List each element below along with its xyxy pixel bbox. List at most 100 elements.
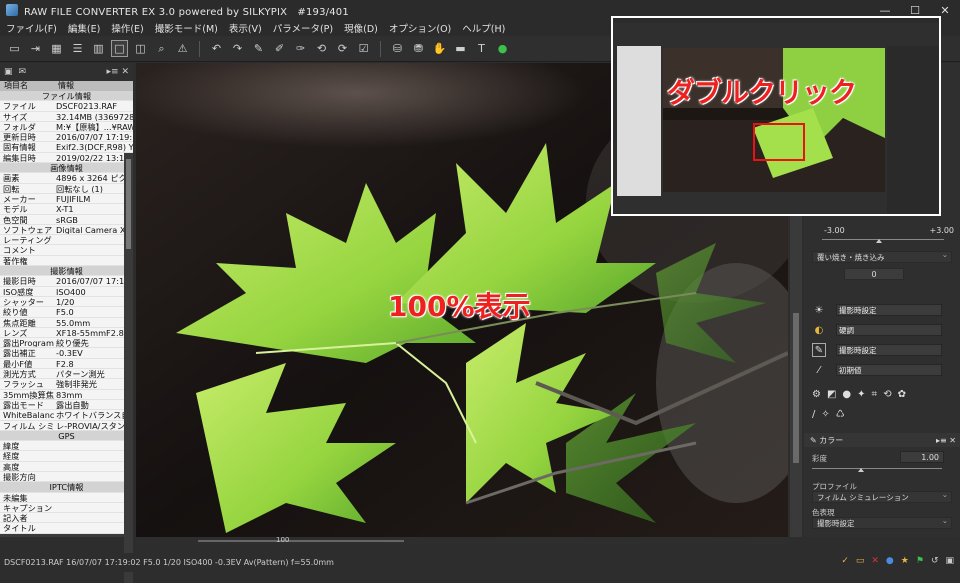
status-info-icon[interactable]: ● (886, 556, 894, 566)
viewer-hscroll-thumb[interactable] (198, 540, 404, 542)
list-view-icon[interactable]: ☰ (69, 40, 86, 57)
info-row[interactable]: 露出補正 -0.3EV (0, 348, 133, 359)
saturation-slider-handle[interactable] (858, 465, 864, 472)
info-row[interactable]: 画素 4896 x 3264 ピクセ (0, 173, 133, 184)
dodge-burn-value[interactable]: 0 (844, 268, 904, 280)
menu-develop[interactable]: 現像(D) (344, 21, 378, 35)
profile-dropdown[interactable]: フィルム シミュレーション (812, 489, 952, 503)
rotate-right-icon[interactable]: ⟳ (334, 40, 351, 57)
brush-icon[interactable]: / (812, 409, 815, 420)
info-row[interactable]: シャッター 1/20 (0, 297, 133, 308)
info-section-header[interactable]: 画像情報 (0, 163, 133, 174)
saturation-value[interactable]: 1.00 (900, 451, 944, 463)
status-folder-icon[interactable]: ▭ (856, 556, 865, 566)
grid-view-icon[interactable]: ▦ (48, 40, 65, 57)
dust-icon[interactable]: ✦ (857, 389, 865, 400)
info-row[interactable]: 測光方式 パターン測光 (0, 369, 133, 380)
info-row[interactable]: 絞り値 F5.0 (0, 307, 133, 318)
lens-icon[interactable]: ⚙ (812, 389, 821, 400)
warning-icon[interactable]: ⚠ (174, 40, 191, 57)
crop-icon[interactable]: ⌗ (872, 389, 878, 400)
menu-shooting-mode[interactable]: 撮影モード(M) (155, 21, 218, 35)
info-row[interactable]: メーカー FUJIFILM (0, 194, 133, 205)
info-row[interactable]: ISO感度 ISO400 (0, 287, 133, 297)
menu-file[interactable]: ファイル(F) (6, 21, 57, 35)
info-row[interactable]: 固有情報 Exif2.3(DCF,R98) Y (0, 142, 133, 153)
saturation-slider[interactable] (812, 465, 942, 472)
status-flag-icon[interactable]: ⚑ (916, 556, 924, 566)
info-scrollbar[interactable] (124, 153, 133, 583)
info-section-header[interactable]: ファイル情報 (0, 91, 133, 102)
status-delete-icon[interactable]: ✕ (871, 556, 879, 566)
split-view-icon[interactable]: ▥ (90, 40, 107, 57)
info-row[interactable]: 緯度 (0, 441, 133, 452)
info-row[interactable]: 回転 回転なし (1) (0, 184, 133, 194)
dropper-minus-icon[interactable]: ✑ (292, 40, 309, 57)
dropper-icon[interactable]: ✎ (250, 40, 267, 57)
info-section-header[interactable]: 撮影情報 (0, 266, 133, 277)
status-check-icon[interactable]: ✓ (841, 556, 849, 566)
noise-reduction-icon[interactable]: ⁄ (812, 363, 826, 377)
info-row[interactable]: 露出モード 露出自動 (0, 400, 133, 411)
gradient-icon[interactable]: ◩ (827, 389, 836, 400)
color-section-header[interactable]: ✎ カラー ▸≡ ✕ (804, 433, 960, 447)
sharpness-icon[interactable]: ✎ (812, 343, 826, 357)
info-row[interactable]: フラッシュ 強制非発光 (0, 379, 133, 390)
info-row[interactable]: キャプション (0, 503, 133, 514)
screen-icon[interactable]: ▬ (452, 40, 469, 57)
viewer-vscroll-thumb[interactable] (793, 313, 799, 463)
info-row[interactable]: 高度 (0, 462, 133, 472)
status-undo-icon[interactable]: ↺ (931, 556, 939, 566)
wand-icon[interactable]: ✧ (821, 409, 829, 420)
info-section-header[interactable]: GPS (0, 430, 133, 442)
info-row[interactable]: 記入者 (0, 513, 133, 524)
dropper-plus-icon[interactable]: ✐ (271, 40, 288, 57)
text-tool-icon[interactable]: T (473, 40, 490, 57)
info-row[interactable]: WhiteBalance ホワイトバランス自動 (0, 410, 133, 421)
menu-view[interactable]: 表示(V) (229, 21, 262, 35)
rotate-icon[interactable]: ⟲ (883, 389, 891, 400)
status-star-icon[interactable]: ★ (901, 556, 909, 566)
viewer-horizontal-scrollbar[interactable]: 100 (136, 536, 788, 545)
recycle-icon[interactable]: ♺ (836, 409, 845, 420)
info-row[interactable]: 著作権 (0, 256, 133, 267)
menu-option[interactable]: オプション(O) (389, 21, 451, 35)
info-row[interactable]: 色空間 sRGB (0, 215, 133, 225)
info-row[interactable]: ファイル DSCF0213.RAF (0, 101, 133, 112)
rotate-left-icon[interactable]: ⟲ (313, 40, 330, 57)
panel-menu-icon[interactable]: ▸≡ ✕ (107, 67, 129, 77)
tone-icon[interactable]: ◐ (812, 323, 826, 337)
info-row[interactable]: 編集日時 2019/02/22 13:17: (0, 153, 133, 164)
info-section-header[interactable]: IPTC情報 (0, 482, 133, 493)
info-row[interactable]: 焦点距離 55.0mm (0, 318, 133, 328)
info-row[interactable]: 更新日時 2016/07/07 17:19: (0, 132, 133, 143)
develop-icon[interactable]: ⛁ (389, 40, 406, 57)
tone-dropdown[interactable]: 硬調 (836, 324, 942, 336)
zoom-icon[interactable]: ⌕ (153, 40, 170, 57)
status-ok-icon[interactable]: ● (494, 40, 511, 57)
undo-icon[interactable]: ↶ (208, 40, 225, 57)
sharpness-dropdown[interactable]: 撮影時設定 (836, 344, 942, 356)
white-balance-icon[interactable]: ☀ (812, 303, 826, 317)
info-row[interactable]: モデル X-T1 (0, 204, 133, 215)
info-row[interactable]: レーティング (0, 235, 133, 246)
info-row[interactable]: 未編集 (0, 493, 133, 503)
info-row[interactable]: 撮影日時 2016/07/07 17:1 (0, 276, 133, 287)
exposure-slider-handle[interactable] (876, 236, 882, 243)
info-row[interactable]: コメント (0, 245, 133, 256)
menu-parameter[interactable]: パラメータ(P) (273, 21, 333, 35)
batch-develop-icon[interactable]: ⛃ (410, 40, 427, 57)
white-balance-dropdown[interactable]: 撮影時設定 (836, 304, 942, 316)
menu-operation[interactable]: 操作(E) (111, 21, 143, 35)
info-row[interactable]: 露出Program 絞り優先 (0, 338, 133, 349)
section-menu-icon[interactable]: ▸≡ ✕ (936, 436, 956, 445)
image-icon[interactable]: ▣ (4, 67, 13, 77)
info-row[interactable]: サイズ 32.14MB (3369728 (0, 112, 133, 122)
compare-view-icon[interactable]: ◫ (132, 40, 149, 57)
info-row[interactable]: 35mm換算焦 83mm (0, 390, 133, 400)
menu-help[interactable]: ヘルプ(H) (462, 21, 505, 35)
status-save-icon[interactable]: ▣ (945, 556, 954, 566)
open-folder-icon[interactable]: ▭ (6, 40, 23, 57)
info-row[interactable]: フィルム シミュレ-PROVIA/スタンダード (0, 421, 133, 431)
import-icon[interactable]: ⇥ (27, 40, 44, 57)
